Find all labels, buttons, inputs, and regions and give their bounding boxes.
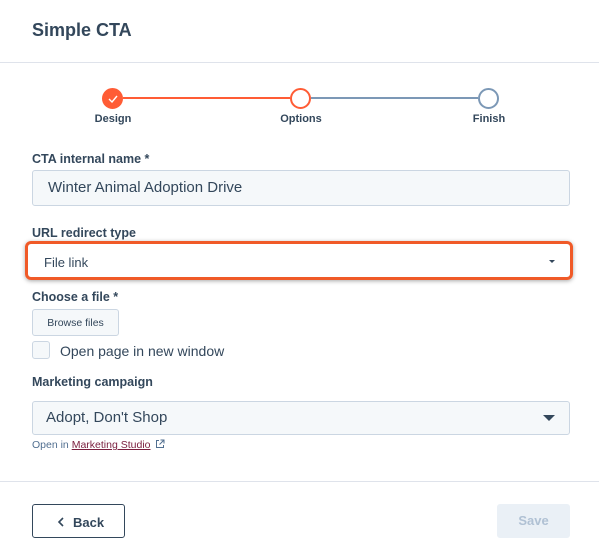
open-in-prefix: Open in [32,439,69,451]
external-link-icon[interactable] [155,439,165,449]
stepper-line-upcoming [311,97,478,99]
choose-file-label: Choose a file * [32,290,119,304]
step-design-label: Design [94,113,132,125]
open-new-window-checkbox[interactable] [32,341,50,359]
step-design-dot [102,88,123,109]
browse-files-button[interactable]: Browse files [32,309,119,336]
footer-divider [0,481,599,482]
marketing-campaign-label: Marketing campaign [32,375,153,389]
step-finish-label: Finish [472,113,506,125]
stepper-line-complete [123,97,290,99]
open-new-window-label: Open page in new window [60,343,225,359]
page-title: Simple CTA [32,20,132,40]
step-options-dot [290,88,311,109]
chevron-left-icon [57,517,64,527]
chevron-down-icon [549,260,555,263]
save-button[interactable]: Save [497,504,570,538]
back-button-label: Back [73,515,105,530]
caret-down-icon [543,415,555,421]
progress-stepper: Design Options Finish [0,84,599,130]
cta-name-input[interactable]: Winter Animal Adoption Drive [32,170,570,206]
checkmark-icon [108,95,118,103]
url-redirect-value: File link [44,255,89,270]
step-finish-dot [478,88,499,109]
open-in-text: Open in Marketing Studio [32,439,165,451]
url-redirect-select[interactable] [30,246,568,276]
back-button[interactable]: Back [32,504,125,538]
url-redirect-label: URL redirect type [32,226,136,240]
modal-header: Simple CTA [0,0,599,63]
step-options-label: Options [280,113,322,125]
marketing-studio-link[interactable]: Marketing Studio [72,439,151,451]
marketing-campaign-value: Adopt, Don't Shop [46,409,168,426]
cta-name-label: CTA internal name * [32,152,150,166]
